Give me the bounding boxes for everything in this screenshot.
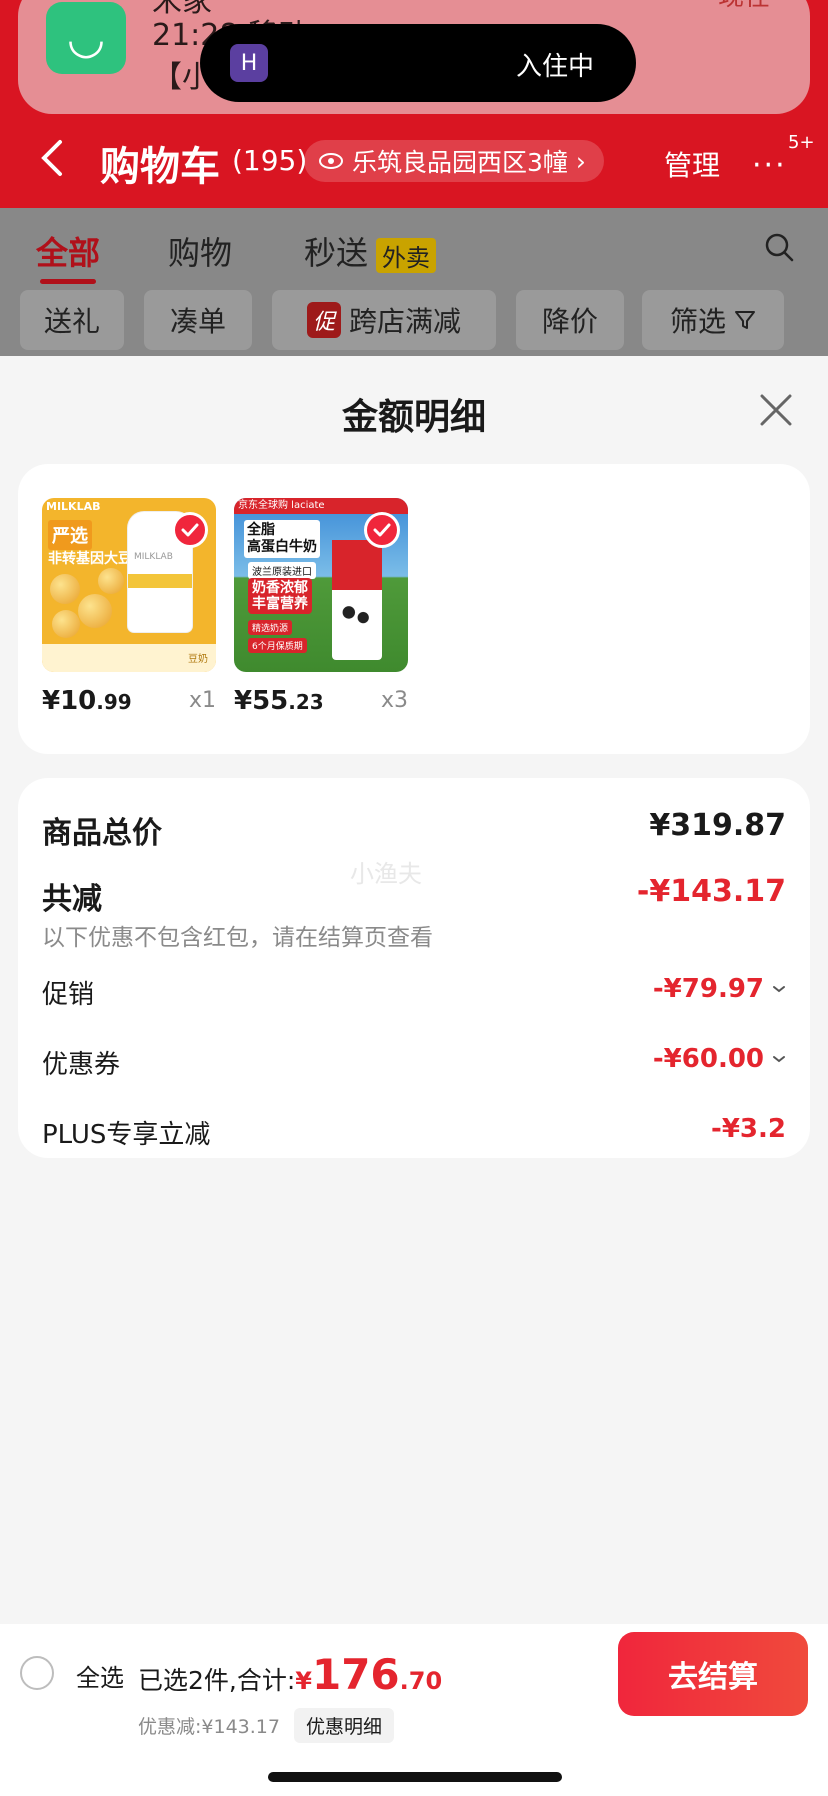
- product-image: 京东全球购 laciate 全脂 高蛋白牛奶 波兰原装进口 奶香浓郁 丰富营养 …: [234, 498, 408, 672]
- amount-detail-sheet: 金额明细 MILKLAB 严选 非转基因大豆 MILKLAB 豆奶 ¥10.99…: [0, 358, 828, 1796]
- image-headline: 全脂 高蛋白牛奶: [244, 520, 320, 558]
- takeaway-tag: 外卖: [376, 237, 437, 273]
- soybean-shape: [98, 568, 124, 594]
- price-decimal: .23: [288, 690, 324, 714]
- image-tag: 6个月保质期: [248, 638, 307, 653]
- sheet-title: 金额明细: [341, 397, 486, 438]
- soybean-shape: [52, 610, 80, 638]
- notification-action[interactable]: 现在: [718, 0, 770, 13]
- coupon-value: -¥60.00: [652, 1044, 764, 1074]
- price-integer: ¥55: [234, 686, 289, 716]
- bottle-band: [128, 574, 192, 588]
- price-decimal: .99: [96, 690, 132, 714]
- product-price: ¥10.99: [42, 686, 132, 716]
- discount-text: 优惠减:¥143.17: [138, 1716, 280, 1738]
- chip-price-drop[interactable]: 降价: [516, 290, 624, 350]
- coupon-row-toggle[interactable]: -¥60.00: [653, 1044, 786, 1074]
- image-footer: 豆奶: [42, 644, 216, 672]
- promo-label: 促销: [42, 980, 95, 1010]
- home-indicator[interactable]: [268, 1772, 562, 1782]
- promo-tag: 促: [306, 302, 341, 338]
- milk-carton-shape: [332, 540, 382, 660]
- product-quantity: x3: [380, 688, 408, 713]
- product-card: MILKLAB 严选 非转基因大豆 MILKLAB 豆奶 ¥10.99 x1 京…: [18, 464, 810, 754]
- island-status-text: 入住中: [515, 52, 594, 82]
- total-decimal: .70: [399, 1667, 443, 1695]
- image-footer-text: 豆奶: [188, 654, 208, 665]
- chevron-right-icon: ›: [575, 146, 586, 176]
- product-item[interactable]: 京东全球购 laciate 全脂 高蛋白牛奶 波兰原装进口 奶香浓郁 丰富营养 …: [234, 498, 408, 716]
- chevron-down-icon: [773, 1056, 785, 1063]
- reduce-value: -¥143.17: [636, 874, 786, 909]
- selected-text: 已选2件,合计:: [138, 1666, 296, 1695]
- page-title: 购物车: [100, 144, 220, 190]
- eye-icon: [319, 153, 343, 169]
- tab-all[interactable]: 全部: [36, 228, 100, 284]
- currency-symbol: ¥: [295, 1667, 312, 1695]
- chip-cross-store-label: 跨店满减: [349, 305, 462, 338]
- product-price: ¥55.23: [234, 686, 324, 716]
- close-icon[interactable]: [754, 388, 798, 432]
- chip-cross-store[interactable]: 促跨店满减: [272, 290, 496, 350]
- checkout-button[interactable]: 去结算: [618, 1632, 808, 1716]
- chevron-down-icon: [773, 986, 785, 993]
- tab-express[interactable]: 秒送 外卖: [304, 228, 437, 274]
- promo-value: -¥79.97: [652, 974, 764, 1004]
- chip-filter[interactable]: 筛选: [642, 290, 784, 350]
- address-selector[interactable]: 乐筑良品园西区3幢 ›: [304, 140, 604, 182]
- select-all-radio[interactable]: [20, 1656, 54, 1690]
- cart-tabs: 全部 购物 秒送 外卖 送礼 凑单 促跨店满减 降价 筛选: [0, 208, 828, 356]
- checked-icon[interactable]: [172, 512, 208, 548]
- checked-icon[interactable]: [364, 512, 400, 548]
- image-tag: 奶香浓郁 丰富营养: [248, 578, 312, 614]
- price-integer: ¥10: [42, 686, 97, 716]
- dynamic-island[interactable]: H 入住中: [200, 24, 636, 102]
- select-all-label[interactable]: 全选: [76, 1658, 124, 1693]
- chip-bundle[interactable]: 凑单: [144, 290, 252, 350]
- filter-icon: [735, 311, 755, 329]
- message-badge: 5+: [788, 132, 815, 153]
- image-subline: 非转基因大豆: [48, 551, 132, 567]
- total-label: 商品总价: [42, 816, 162, 851]
- hotel-icon: H: [230, 44, 268, 82]
- address-text: 乐筑良品园西区3幢: [352, 148, 568, 177]
- bottle-label: MILKLAB: [134, 552, 173, 562]
- tab-shopping[interactable]: 购物: [168, 228, 232, 274]
- discount-note: 以下优惠不包含红包，请在结算页查看: [42, 925, 433, 951]
- tab-express-label: 秒送: [304, 234, 369, 272]
- soybean-shape: [78, 594, 112, 628]
- total-value: ¥319.87: [649, 808, 786, 843]
- soybean-shape: [50, 574, 80, 604]
- plus-label: PLUS专享立减: [42, 1120, 211, 1150]
- image-headline: 严选: [48, 520, 92, 550]
- image-tag: 精选奶源: [248, 620, 293, 635]
- reduce-label: 共减: [42, 882, 102, 917]
- watermark: 小渔夫: [350, 860, 422, 888]
- discount-summary: 优惠减:¥143.17 优惠明细: [138, 1708, 394, 1743]
- cart-count: (195): [232, 144, 308, 177]
- plus-value: -¥3.2: [711, 1114, 786, 1144]
- xiaomi-home-icon: ◡: [46, 2, 126, 74]
- selected-summary: 已选2件,合计: ¥ 176 .70: [138, 1650, 442, 1699]
- product-item[interactable]: MILKLAB 严选 非转基因大豆 MILKLAB 豆奶 ¥10.99 x1: [42, 498, 216, 716]
- search-icon[interactable]: [764, 232, 794, 262]
- checkout-bar: 全选 已选2件,合计: ¥ 176 .70 优惠减:¥143.17 优惠明细 去…: [0, 1624, 828, 1796]
- price-breakdown-card: 小渔夫 商品总价 ¥319.87 共减 -¥143.17 以下优惠不包含红包，请…: [18, 778, 810, 1158]
- chip-gift[interactable]: 送礼: [20, 290, 124, 350]
- manage-button[interactable]: 管理: [664, 144, 720, 184]
- product-quantity: x1: [188, 688, 216, 713]
- chip-filter-label: 筛选: [669, 305, 726, 338]
- discount-detail-button[interactable]: 优惠明细: [293, 1708, 394, 1743]
- product-image: MILKLAB 严选 非转基因大豆 MILKLAB 豆奶: [42, 498, 216, 672]
- total-integer: 176: [311, 1650, 400, 1699]
- image-tag: 波兰原装进口: [248, 562, 316, 579]
- back-arrow-icon[interactable]: [38, 138, 66, 178]
- more-icon[interactable]: ···: [752, 148, 787, 183]
- cow-pattern: [338, 602, 374, 628]
- image-brand-text: MILKLAB: [46, 500, 101, 513]
- promo-row-toggle[interactable]: -¥79.97: [653, 974, 786, 1004]
- carton-label: [332, 540, 382, 590]
- coupon-label: 优惠券: [42, 1050, 121, 1080]
